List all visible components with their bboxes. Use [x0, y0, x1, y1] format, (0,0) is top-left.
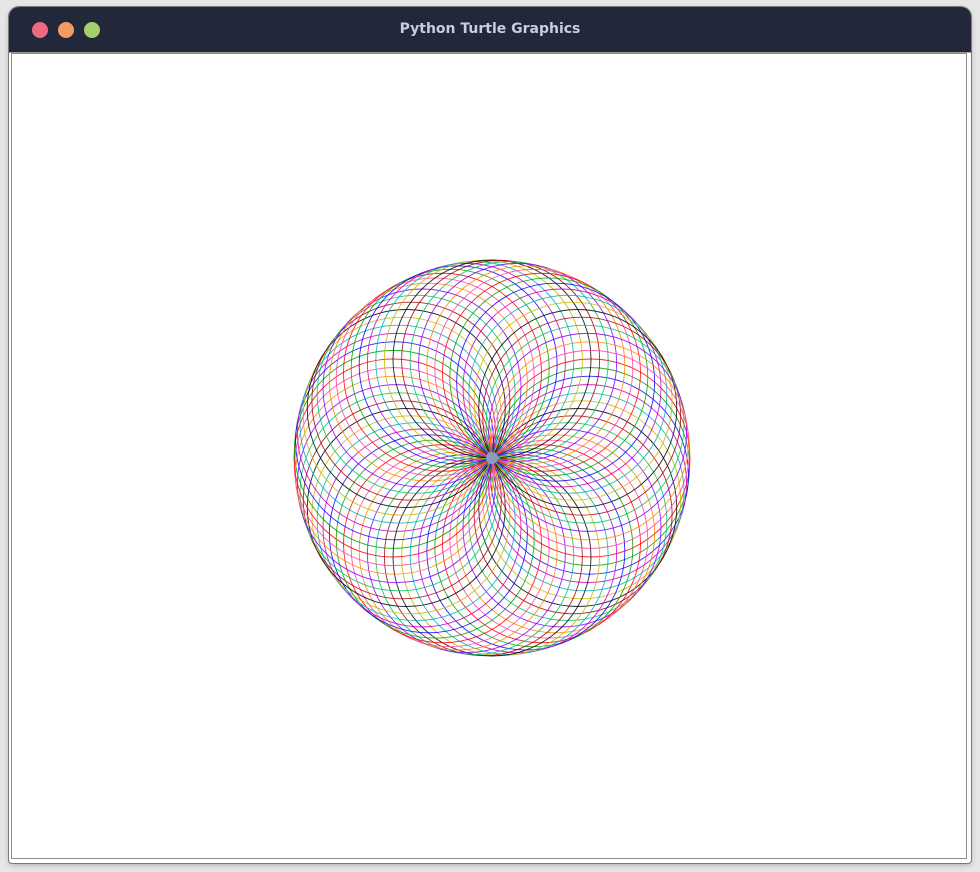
turtle-window: Python Turtle Graphics: [9, 7, 971, 863]
title-bar[interactable]: Python Turtle Graphics: [9, 7, 971, 53]
window-title: Python Turtle Graphics: [399, 21, 581, 37]
turtle-body-icon: [486, 452, 498, 464]
turtle-canvas[interactable]: [12, 54, 966, 858]
turtle-canvas-frame: [11, 53, 967, 859]
